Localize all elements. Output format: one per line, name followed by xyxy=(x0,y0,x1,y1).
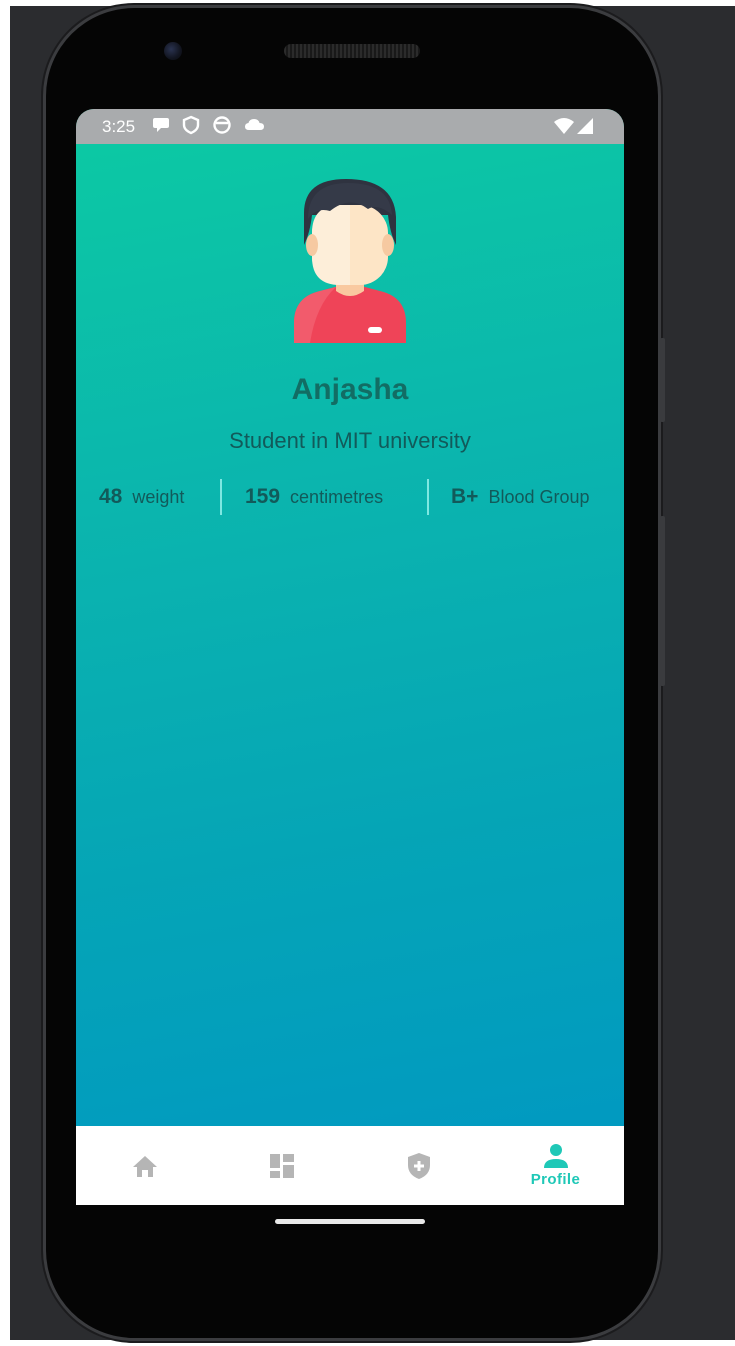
cloud-icon xyxy=(245,119,264,130)
status-time: 3:25 xyxy=(102,117,136,136)
chat-bubble-icon xyxy=(153,118,169,132)
status-bar: 3:25 xyxy=(76,109,624,144)
stat-weight-value: 48 xyxy=(99,485,123,508)
stat-blood-group-value: B+ xyxy=(451,485,479,508)
profile-name: Anjasha xyxy=(291,373,409,406)
wifi-icon xyxy=(554,118,574,134)
stat-divider xyxy=(427,479,429,515)
stat-height-value: 159 xyxy=(245,485,281,508)
stat-weight-label: weight xyxy=(132,487,185,507)
stat-weight: 48 weight xyxy=(99,485,184,509)
shield-icon xyxy=(182,115,200,135)
nav-label-profile: Profile xyxy=(530,1171,581,1188)
health-shield-icon xyxy=(407,1152,430,1179)
nav-item-health[interactable] xyxy=(350,1126,487,1205)
profile-subtitle: Student in MIT university xyxy=(229,428,471,453)
nav-item-home[interactable] xyxy=(76,1126,213,1205)
front-camera xyxy=(164,42,182,60)
cellular-signal-icon xyxy=(577,118,593,134)
dashboard-icon xyxy=(269,1153,294,1178)
bottom-navigation: Profile xyxy=(76,1126,624,1205)
power-button xyxy=(660,338,665,422)
stat-blood-group-label: Blood Group xyxy=(488,487,590,507)
stat-blood-group: B+ Blood Group xyxy=(451,485,590,509)
stat-height-label: centimetres xyxy=(290,487,384,507)
home-icon xyxy=(132,1155,157,1177)
status-notification-icons xyxy=(152,115,266,135)
app-screen: 3:25 Anjasha Student in MIT university 4… xyxy=(76,109,624,1205)
volume-button xyxy=(660,516,665,686)
user-avatar-illustration xyxy=(294,179,406,343)
home-indicator[interactable] xyxy=(275,1219,425,1224)
earpiece-speaker xyxy=(284,44,420,58)
status-system-icons xyxy=(554,117,594,135)
person-icon xyxy=(543,1144,568,1168)
nav-item-dashboard[interactable] xyxy=(213,1126,350,1205)
stat-divider xyxy=(220,479,222,515)
stat-height: 159 centimetres xyxy=(245,485,383,509)
profile-stats: 48 weight 159 centimetres B+ Blood Group xyxy=(76,479,624,515)
circle-app-icon xyxy=(213,116,231,134)
nav-item-profile[interactable]: Profile xyxy=(487,1126,624,1205)
